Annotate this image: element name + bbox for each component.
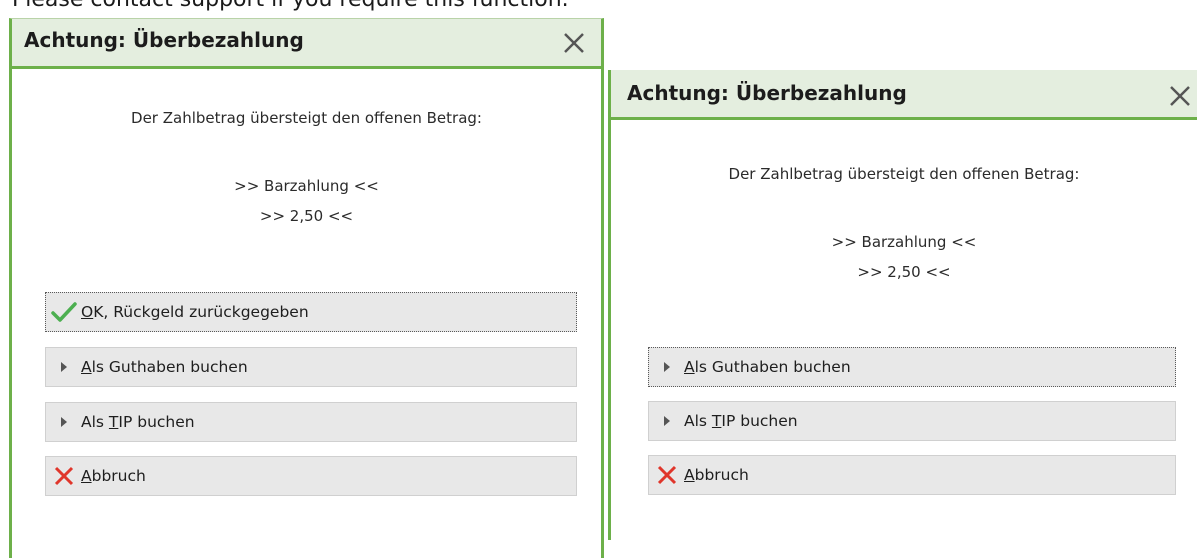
ok-change-returned-button[interactable]: OK, Rückgeld zurückgegeben bbox=[45, 292, 577, 332]
checkmark-icon bbox=[49, 301, 79, 323]
book-as-credit-button[interactable]: Als Guthaben buchen bbox=[45, 347, 577, 387]
overpayment-message: Der Zahlbetrag übersteigt den offenen Be… bbox=[131, 109, 482, 127]
close-button[interactable] bbox=[1164, 80, 1196, 112]
close-button[interactable] bbox=[558, 27, 590, 59]
amount-text: >> 2,50 << bbox=[857, 263, 951, 281]
dialog-titlebar: Achtung: Überbezahlung bbox=[12, 19, 601, 69]
triangle-right-icon bbox=[652, 362, 682, 372]
cancel-button[interactable]: Abbruch bbox=[45, 456, 577, 496]
tip-button-label: Als TIP buchen bbox=[81, 413, 195, 431]
credit-button-label: Als Guthaben buchen bbox=[684, 358, 851, 376]
cancel-button[interactable]: Abbruch bbox=[648, 455, 1176, 495]
support-note-text: Please contact support if you require th… bbox=[12, 0, 569, 12]
dialog-titlebar: Achtung: Überbezahlung bbox=[611, 70, 1197, 120]
cross-icon bbox=[49, 465, 79, 487]
payment-method-text: >> Barzahlung << bbox=[831, 233, 977, 251]
book-as-credit-button[interactable]: Als Guthaben buchen bbox=[648, 347, 1176, 387]
close-icon bbox=[1170, 86, 1190, 106]
book-as-tip-button[interactable]: Als TIP buchen bbox=[45, 402, 577, 442]
tip-button-label: Als TIP buchen bbox=[684, 412, 798, 430]
cross-icon bbox=[652, 464, 682, 486]
close-icon bbox=[564, 33, 584, 53]
overpayment-dialog-right: Achtung: Überbezahlung Der Zahlbetrag üb… bbox=[608, 70, 1197, 540]
dialog-title: Achtung: Überbezahlung bbox=[627, 81, 907, 105]
payment-method-text: >> Barzahlung << bbox=[234, 177, 379, 195]
book-as-tip-button[interactable]: Als TIP buchen bbox=[648, 401, 1176, 441]
credit-button-label: Als Guthaben buchen bbox=[81, 358, 248, 376]
cancel-button-label: Abbruch bbox=[81, 467, 146, 485]
triangle-right-icon bbox=[49, 417, 79, 427]
triangle-right-icon bbox=[652, 416, 682, 426]
overpayment-message: Der Zahlbetrag übersteigt den offenen Be… bbox=[728, 165, 1080, 183]
triangle-right-icon bbox=[49, 362, 79, 372]
cancel-button-label: Abbruch bbox=[684, 466, 749, 484]
overpayment-dialog-left: Achtung: Überbezahlung Der Zahlbetrag üb… bbox=[9, 18, 604, 558]
dialog-title: Achtung: Überbezahlung bbox=[24, 28, 304, 52]
ok-button-label: OK, Rückgeld zurückgegeben bbox=[81, 303, 309, 321]
amount-text: >> 2,50 << bbox=[259, 207, 354, 225]
